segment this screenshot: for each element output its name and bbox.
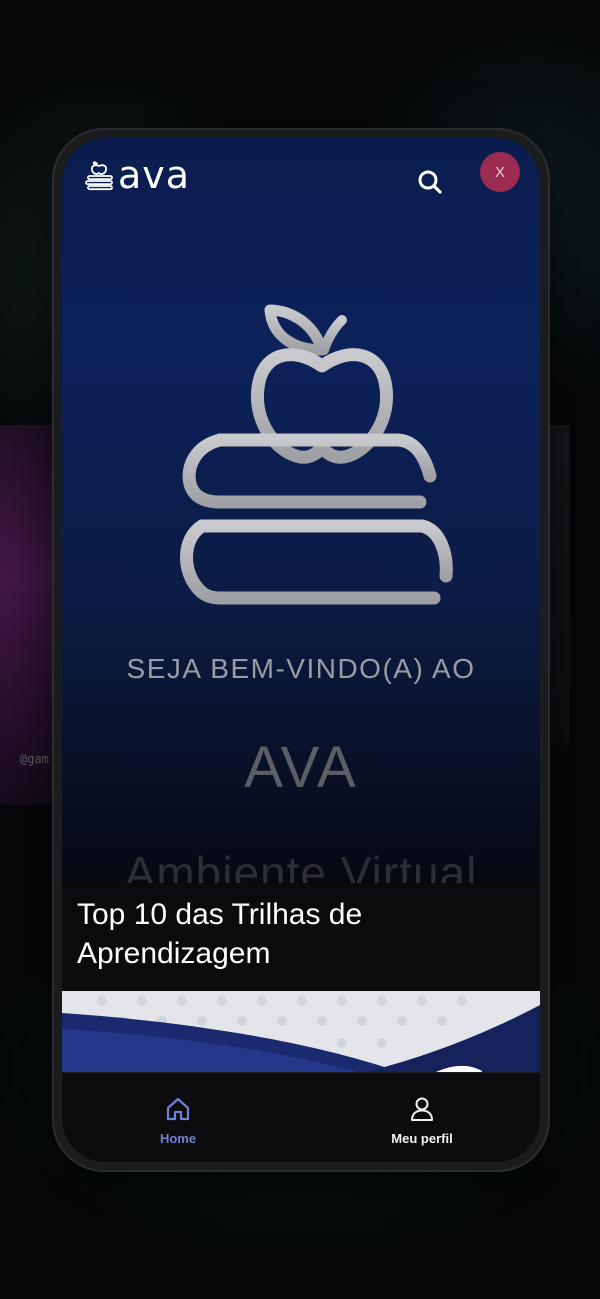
apple-on-books-icon [180,304,453,624]
nav-item-home[interactable]: Home [118,1095,238,1146]
nav-label-profile: Meu perfil [391,1131,453,1146]
logo-text: ava [118,153,191,197]
avatar[interactable]: X [480,152,520,192]
app-logo[interactable]: ava [84,156,190,194]
bg-card [0,425,60,805]
trail-card-banner[interactable] [62,991,540,1073]
trails-section-header: Top 10 das Trilhas de Aprendizagem [62,883,540,991]
search-icon [418,170,442,194]
logo-books-icon [85,161,113,191]
brand-subtitle: Ambiente Virtual [124,847,478,886]
bg-tag-text: @gam [20,752,49,766]
phone-frame: ava X SEJA BEM-VINDO(A) AO AVA Ambiente … [52,128,550,1172]
nav-item-profile[interactable]: Meu perfil [362,1095,482,1146]
nav-label-home: Home [159,1131,197,1146]
brand-title: AVA [244,735,358,800]
search-button[interactable] [414,166,446,198]
home-icon [166,1097,190,1121]
user-icon [411,1097,433,1121]
bottom-navigation: Home Meu perfil [62,1072,540,1162]
app-header: ava X [62,138,540,228]
welcome-heading: SEJA BEM-VINDO(A) AO [126,653,476,684]
banner-wave-graphic [62,991,540,1073]
section-title: Top 10 das Trilhas de Aprendizagem [77,898,363,970]
app-screen: ava X SEJA BEM-VINDO(A) AO AVA Ambiente … [62,138,540,1162]
